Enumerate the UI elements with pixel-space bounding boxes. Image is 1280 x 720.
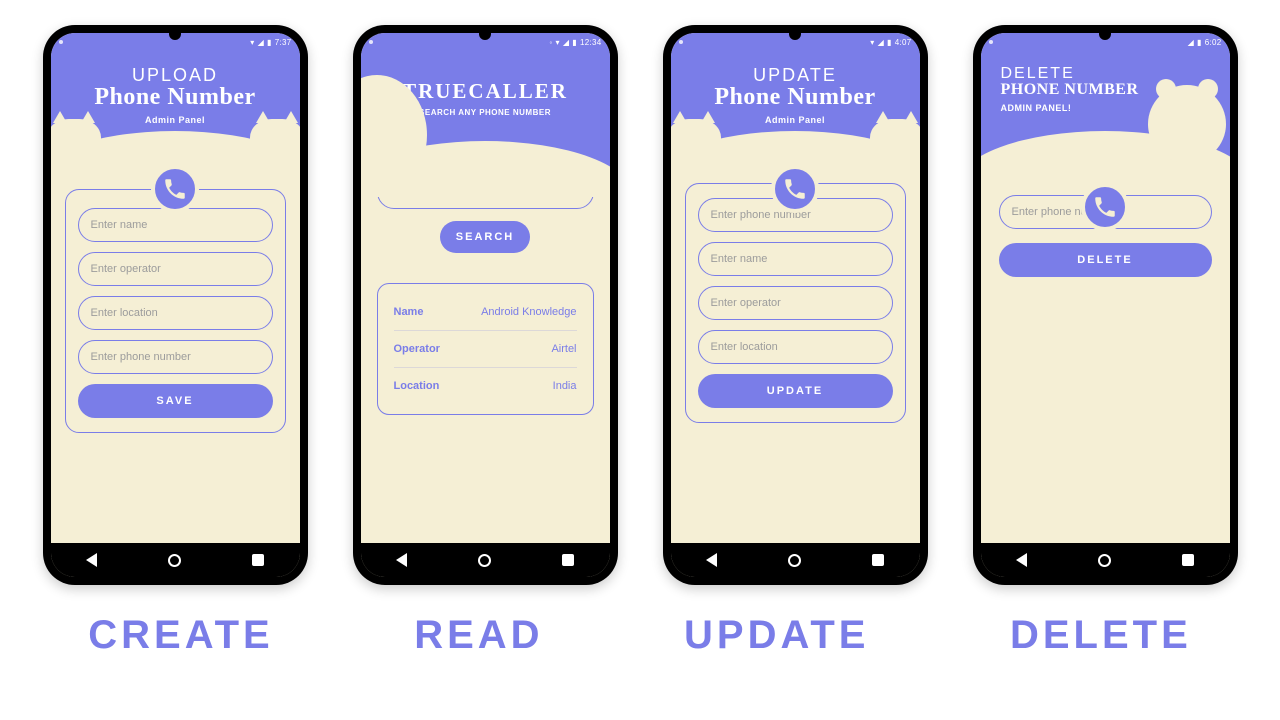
- status-dot: [989, 40, 993, 44]
- android-navbar: [361, 543, 610, 577]
- phone-field[interactable]: [78, 340, 273, 374]
- home-button[interactable]: [168, 554, 181, 567]
- result-value: Airtel: [551, 343, 576, 355]
- phone-frame-update: ▾ ◢ ▮ 4:07 UPDATE Phone Number Admin Pan…: [663, 25, 928, 585]
- camera-notch: [789, 28, 801, 40]
- battery-icon: ▮: [267, 38, 272, 47]
- result-value: India: [553, 380, 577, 392]
- phone-icon: [771, 165, 819, 213]
- recents-button[interactable]: [872, 554, 884, 566]
- recents-button[interactable]: [1182, 554, 1194, 566]
- form-card-create: SAVE: [65, 189, 286, 433]
- phone-frame-create: ▾ ◢ ▮ 7:37 UPLOAD Phone Number Admin Pan…: [43, 25, 308, 585]
- header-create: UPLOAD Phone Number Admin Panel: [51, 51, 300, 159]
- back-button[interactable]: [706, 553, 717, 567]
- result-label: Name: [394, 306, 424, 318]
- cat-right-icon: [250, 119, 300, 165]
- crud-labels-row: CREATE READ UPDATE DELETE: [0, 595, 1280, 658]
- status-dot: [369, 40, 373, 44]
- location-field[interactable]: [78, 296, 273, 330]
- result-label: Location: [394, 380, 440, 392]
- wifi-icon: ▾: [250, 38, 254, 47]
- header-read: TRUECALLER SEARCH ANY PHONE NUMBER: [361, 51, 610, 169]
- result-label: Operator: [394, 343, 440, 355]
- wifi-icon: ▾: [870, 38, 874, 47]
- status-dot: [59, 40, 63, 44]
- header-title-2: Phone Number: [57, 84, 294, 111]
- battery-icon: ▮: [1197, 38, 1202, 47]
- status-dot: [679, 40, 683, 44]
- label-delete: DELETE: [1010, 613, 1192, 658]
- name-field[interactable]: [698, 242, 893, 276]
- header-title-1: UPDATE: [677, 65, 914, 86]
- header-title-2: Phone Number: [677, 84, 914, 111]
- battery-icon: ▮: [887, 38, 892, 47]
- result-card: Name Android Knowledge Operator Airtel L…: [377, 283, 594, 415]
- operator-field[interactable]: [78, 252, 273, 286]
- signal-icon: ◢: [563, 38, 569, 47]
- camera-notch: [1099, 28, 1111, 40]
- signal-icon: ◢: [258, 38, 264, 47]
- signal-icon: ◢: [1188, 38, 1194, 47]
- screen-update: ▾ ◢ ▮ 4:07 UPDATE Phone Number Admin Pan…: [671, 33, 920, 577]
- android-navbar: [671, 543, 920, 577]
- operator-field[interactable]: [698, 286, 893, 320]
- phone-icon: [151, 165, 199, 213]
- status-time: 6:02: [1205, 38, 1222, 47]
- location-icon: ◦: [549, 38, 552, 47]
- panda-icon: [1148, 85, 1226, 163]
- result-row-operator: Operator Airtel: [394, 331, 577, 368]
- phone-frame-read: ◦ ▾ ◢ ▮ 12:34 TRUECALLER SEARCH ANY PHON…: [353, 25, 618, 585]
- label-update: UPDATE: [684, 613, 869, 658]
- cat-left-icon: [671, 119, 721, 165]
- update-button[interactable]: UPDATE: [698, 374, 893, 408]
- home-button[interactable]: [788, 554, 801, 567]
- location-field[interactable]: [698, 330, 893, 364]
- header-update: UPDATE Phone Number Admin Panel: [671, 51, 920, 159]
- android-navbar: [51, 543, 300, 577]
- screen-delete: ◢ ▮ 6:02 DELETE PHONE NUMBER ADMIN PANEL…: [981, 33, 1230, 577]
- back-button[interactable]: [86, 553, 97, 567]
- wifi-icon: ▾: [555, 38, 559, 47]
- status-time: 7:37: [275, 38, 292, 47]
- header-title-1: UPLOAD: [57, 65, 294, 86]
- result-value: Android Knowledge: [481, 306, 576, 318]
- cat-left-icon: [51, 119, 101, 165]
- phone-icon: [1081, 183, 1129, 231]
- screen-read: ◦ ▾ ◢ ▮ 12:34 TRUECALLER SEARCH ANY PHON…: [361, 33, 610, 577]
- recents-button[interactable]: [562, 554, 574, 566]
- camera-notch: [479, 28, 491, 40]
- phone-frame-delete: ◢ ▮ 6:02 DELETE PHONE NUMBER ADMIN PANEL…: [973, 25, 1238, 585]
- recents-button[interactable]: [252, 554, 264, 566]
- name-field[interactable]: [78, 208, 273, 242]
- status-time: 12:34: [580, 38, 602, 47]
- result-row-name: Name Android Knowledge: [394, 294, 577, 331]
- label-read: READ: [414, 613, 543, 658]
- signal-icon: ◢: [878, 38, 884, 47]
- form-card-update: UPDATE: [685, 183, 906, 423]
- back-button[interactable]: [1016, 553, 1027, 567]
- result-row-location: Location India: [394, 368, 577, 404]
- home-button[interactable]: [1098, 554, 1111, 567]
- screen-create: ▾ ◢ ▮ 7:37 UPLOAD Phone Number Admin Pan…: [51, 33, 300, 577]
- header-delete: DELETE PHONE NUMBER ADMIN PANEL!: [981, 51, 1230, 159]
- camera-notch: [169, 28, 181, 40]
- cat-right-icon: [870, 119, 920, 165]
- search-button[interactable]: SEARCH: [440, 221, 530, 253]
- home-button[interactable]: [478, 554, 491, 567]
- delete-button[interactable]: DELETE: [999, 243, 1212, 277]
- save-button[interactable]: SAVE: [78, 384, 273, 418]
- back-button[interactable]: [396, 553, 407, 567]
- read-body: SEARCH Name Android Knowledge Operator A…: [361, 169, 610, 415]
- battery-icon: ▮: [572, 38, 577, 47]
- status-time: 4:07: [895, 38, 912, 47]
- android-navbar: [981, 543, 1230, 577]
- label-create: CREATE: [88, 613, 273, 658]
